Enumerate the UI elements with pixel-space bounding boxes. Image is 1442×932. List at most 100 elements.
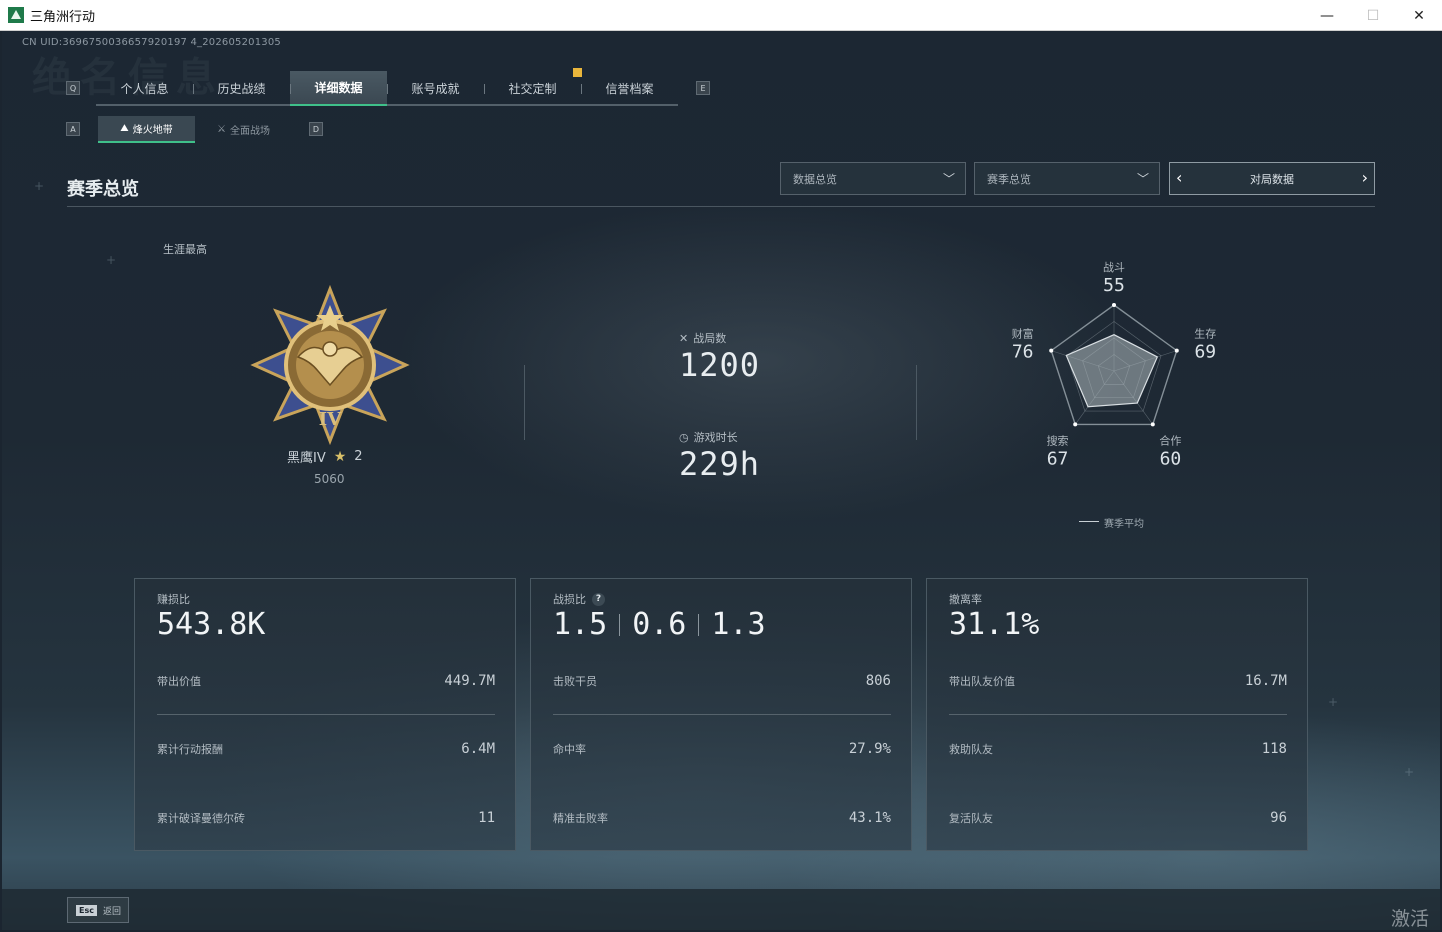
vertical-divider: [524, 365, 525, 440]
radar-axis-label: 搜索: [1047, 434, 1069, 448]
radar-axis-value: 69: [1194, 341, 1216, 362]
radar-vertex-dot: [1174, 348, 1179, 353]
row-value: 449.7M: [444, 673, 495, 689]
row-divider: [949, 714, 1287, 715]
playtime-label-text: 游戏时长: [693, 431, 738, 444]
window-title: 三角洲行动: [30, 9, 96, 25]
row-key: 击败干员: [553, 675, 597, 688]
profit-loss-card: 赚损比 543.8K 带出价值 449.7M 累计行动报酬 6.4M 累计破译曼…: [134, 578, 516, 851]
row-value: 27.9%: [848, 741, 891, 757]
card-row: 命中率 27.9%: [553, 739, 891, 759]
vertical-divider: [916, 365, 917, 440]
tab-social-customize[interactable]: 社交定制: [484, 71, 581, 106]
matches-label-text: 战局数: [693, 332, 727, 345]
radar-vertex-dot: [1073, 422, 1078, 427]
radar-legend: 赛季平均: [1104, 519, 1144, 530]
tab-credit-profile[interactable]: 信誉档案: [581, 71, 678, 106]
row-value: 43.1%: [848, 810, 891, 826]
card-row: 精准击败率 43.1%: [553, 808, 891, 828]
data-overview-dropdown[interactable]: 数据总览 ﹀: [780, 162, 966, 195]
row-value: 6.4M: [461, 741, 495, 757]
row-divider: [157, 714, 495, 715]
row-value: 96: [1270, 810, 1287, 826]
crossed-swords-icon: ✕: [679, 331, 689, 345]
subtab-label: 烽火地带: [132, 125, 173, 136]
radar-axis-label: 合作: [1159, 434, 1181, 448]
card-label: 战损比 ?: [553, 591, 605, 607]
card-label: 赚损比: [157, 593, 190, 606]
crosshair-decoration-icon: +: [34, 179, 45, 193]
row-key: 带出队友价值: [949, 675, 1015, 688]
crosshair-decoration-icon: +: [106, 253, 117, 267]
tab-history-record[interactable]: 历史战绩: [193, 71, 290, 106]
chevron-left-icon[interactable]: ‹: [1176, 168, 1182, 187]
radar-axis-label: 财富: [1012, 326, 1034, 340]
radar-axis-label: 生存: [1194, 326, 1216, 340]
row-key: 带出价值: [157, 675, 201, 688]
card-row: 带出队友价值 16.7M: [949, 671, 1287, 691]
card-label: 撤离率: [949, 593, 982, 606]
row-key: 复活队友: [949, 812, 993, 825]
radar-axis-value: 67: [1047, 449, 1069, 470]
rank-medal-icon: IV: [250, 285, 410, 445]
help-icon[interactable]: ?: [592, 592, 605, 606]
row-divider: [553, 714, 891, 715]
playtime-label: ◷ 游戏时长: [679, 429, 738, 445]
ability-radar-chart: 战斗55 生存69 合作60 搜索67 财富76: [1012, 261, 1217, 470]
career-best-label: 生涯最高: [163, 243, 207, 256]
row-value: 806: [865, 673, 891, 689]
chevron-down-icon: ﹀: [942, 172, 955, 186]
match-data-pager: ‹ 对局数据 ›: [1169, 162, 1375, 195]
row-key: 精准击败率: [553, 812, 608, 825]
card-big-value: 543.8K: [157, 607, 266, 642]
chevron-right-icon[interactable]: ›: [1362, 168, 1368, 187]
row-key: 命中率: [553, 743, 586, 756]
battlefield-icon: ⚔: [217, 124, 226, 135]
row-key: 累计破译曼德尔砖: [157, 812, 245, 825]
back-button[interactable]: Esc 返回: [67, 897, 129, 923]
star-icon: ★: [333, 448, 347, 465]
tab-achievements[interactable]: 账号成就: [387, 71, 484, 106]
radar-axis-label: 战斗: [1103, 261, 1125, 274]
card-big-value: 31.1%: [949, 607, 1040, 642]
card-row: 击败干员 806: [553, 671, 891, 691]
extraction-rate-card: 撤离率 31.1% 带出队友价值 16.7M 救助队友 118 复活队友 96: [926, 578, 1308, 851]
subtab-prev-key-hint[interactable]: A: [66, 122, 80, 136]
radar-vertex-dot: [1150, 422, 1155, 427]
row-key: 救助队友: [949, 743, 993, 756]
subtab-outpost-zone[interactable]: ⛰ 烽火地带: [98, 116, 195, 143]
radar-axis-value: 60: [1160, 449, 1182, 470]
row-value: 118: [1261, 741, 1287, 757]
footer-bar: [2, 889, 1440, 930]
matches-label: ✕ 战局数: [679, 330, 726, 346]
crosshair-decoration-icon: +: [1328, 695, 1339, 709]
svg-text:IV: IV: [319, 409, 342, 430]
radar-axis-value: 55: [1103, 275, 1125, 296]
game-screen: 绝名信息 CN UID:3696750036657920197 4_202605…: [2, 31, 1440, 930]
tab-detailed-data[interactable]: 详细数据: [290, 71, 387, 106]
stopwatch-icon: ◷: [679, 430, 689, 444]
chevron-down-icon: ﹀: [1136, 172, 1149, 186]
tab-personal-info[interactable]: 个人信息: [96, 71, 193, 106]
subtab-full-battlefield[interactable]: ⚔ 全面战场: [195, 116, 292, 143]
radar-axis-value: 76: [1012, 341, 1034, 362]
subtab-label: 全面战场: [229, 126, 270, 137]
close-button[interactable]: ✕: [1396, 0, 1442, 31]
season-overview-dropdown[interactable]: 赛季总览 ﹀: [974, 162, 1160, 195]
subtab-next-key-hint[interactable]: D: [309, 122, 323, 136]
card-row: 累计行动报酬 6.4M: [157, 739, 495, 759]
radar-vertex-dot: [1049, 348, 1054, 353]
crosshair-decoration-icon: +: [1404, 765, 1415, 779]
app-icon: [8, 7, 24, 23]
playtime-value: 229h: [679, 445, 761, 483]
tab-next-key-hint[interactable]: E: [696, 81, 710, 95]
radar-vertex-dot: [1112, 303, 1116, 307]
matches-value: 1200: [679, 346, 761, 384]
pager-label: 对局数据: [1250, 172, 1294, 186]
card-row: 带出价值 449.7M: [157, 671, 495, 691]
top-tab-bar: 个人信息 历史战绩 详细数据 账号成就 社交定制 信誉档案: [96, 71, 678, 106]
maximize-button[interactable]: ☐: [1350, 0, 1396, 31]
card-row: 复活队友 96: [949, 808, 1287, 828]
tab-prev-key-hint[interactable]: Q: [66, 81, 80, 95]
minimize-button[interactable]: —: [1304, 0, 1350, 31]
